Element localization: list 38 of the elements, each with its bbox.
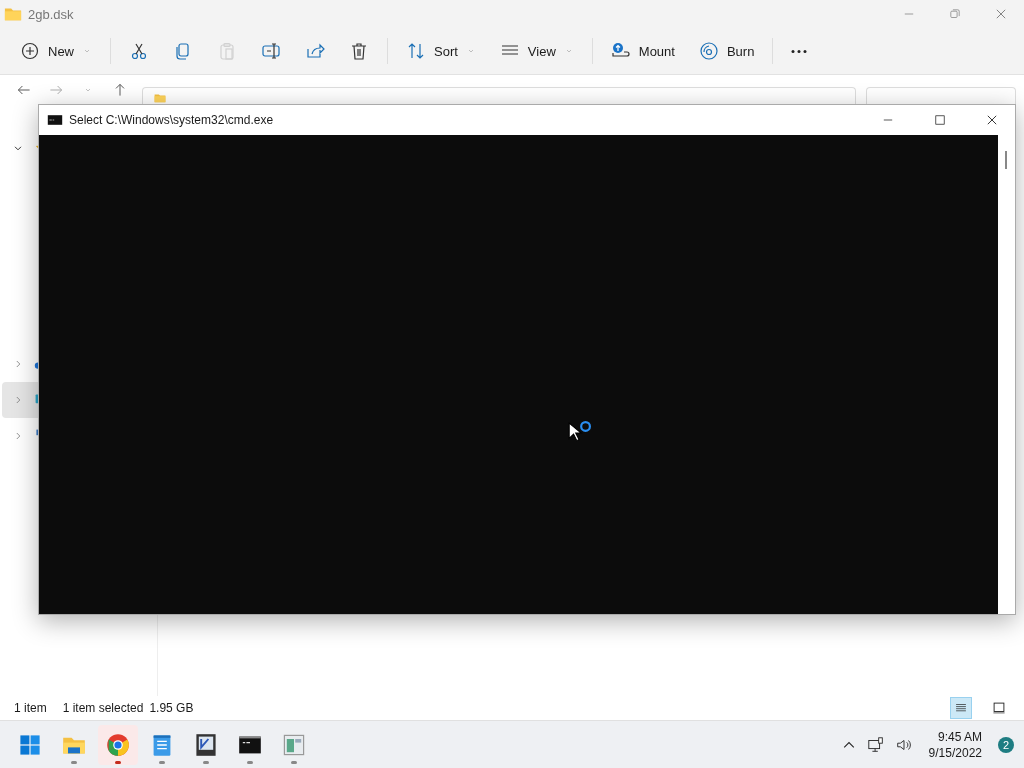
mount-button[interactable]: Mount (600, 35, 685, 67)
console-app-icon (47, 112, 63, 128)
burn-button[interactable]: Burn (688, 35, 765, 67)
address-bar[interactable] (142, 87, 856, 104)
trash-icon (349, 41, 369, 61)
scissors-icon (129, 41, 149, 61)
tiles-view-icon (992, 701, 1006, 715)
window-title: 2gb.dsk (28, 6, 75, 22)
new-button[interactable]: New (10, 35, 102, 67)
search-field[interactable] (866, 87, 1016, 104)
view-button[interactable]: View (489, 35, 584, 67)
sort-button[interactable]: Sort (396, 35, 486, 67)
windows-logo-icon (18, 733, 42, 757)
nav-item[interactable] (2, 382, 38, 418)
notification-badge[interactable]: 2 (998, 737, 1014, 753)
chrome-icon (106, 733, 130, 757)
scrollbar-thumb[interactable] (1005, 151, 1007, 169)
window-title: Select C:\Windows\system32\cmd.exe (69, 113, 275, 127)
clock-time: 9:45 AM (937, 729, 982, 745)
sort-icon (406, 41, 426, 61)
rename-icon (261, 41, 281, 61)
disc-icon (698, 41, 719, 61)
window-app-icon (282, 733, 306, 757)
selection-info: 1 item selected (62, 701, 144, 715)
more-icon (791, 49, 808, 53)
maximize-icon (933, 113, 947, 127)
close-icon (985, 113, 999, 127)
selection-size: 1.95 GB (149, 701, 194, 715)
close-icon (994, 7, 1008, 21)
details-view-button[interactable] (950, 697, 972, 719)
clock-date: 9/15/2022 (928, 745, 982, 761)
clipboard-icon (217, 41, 237, 61)
network-monitor-icon (866, 736, 885, 754)
share-icon (305, 41, 325, 61)
restore-icon (948, 7, 962, 21)
plus-circle-icon (20, 41, 40, 61)
vm-window-icon (194, 733, 218, 757)
item-count: 1 item (14, 701, 47, 715)
